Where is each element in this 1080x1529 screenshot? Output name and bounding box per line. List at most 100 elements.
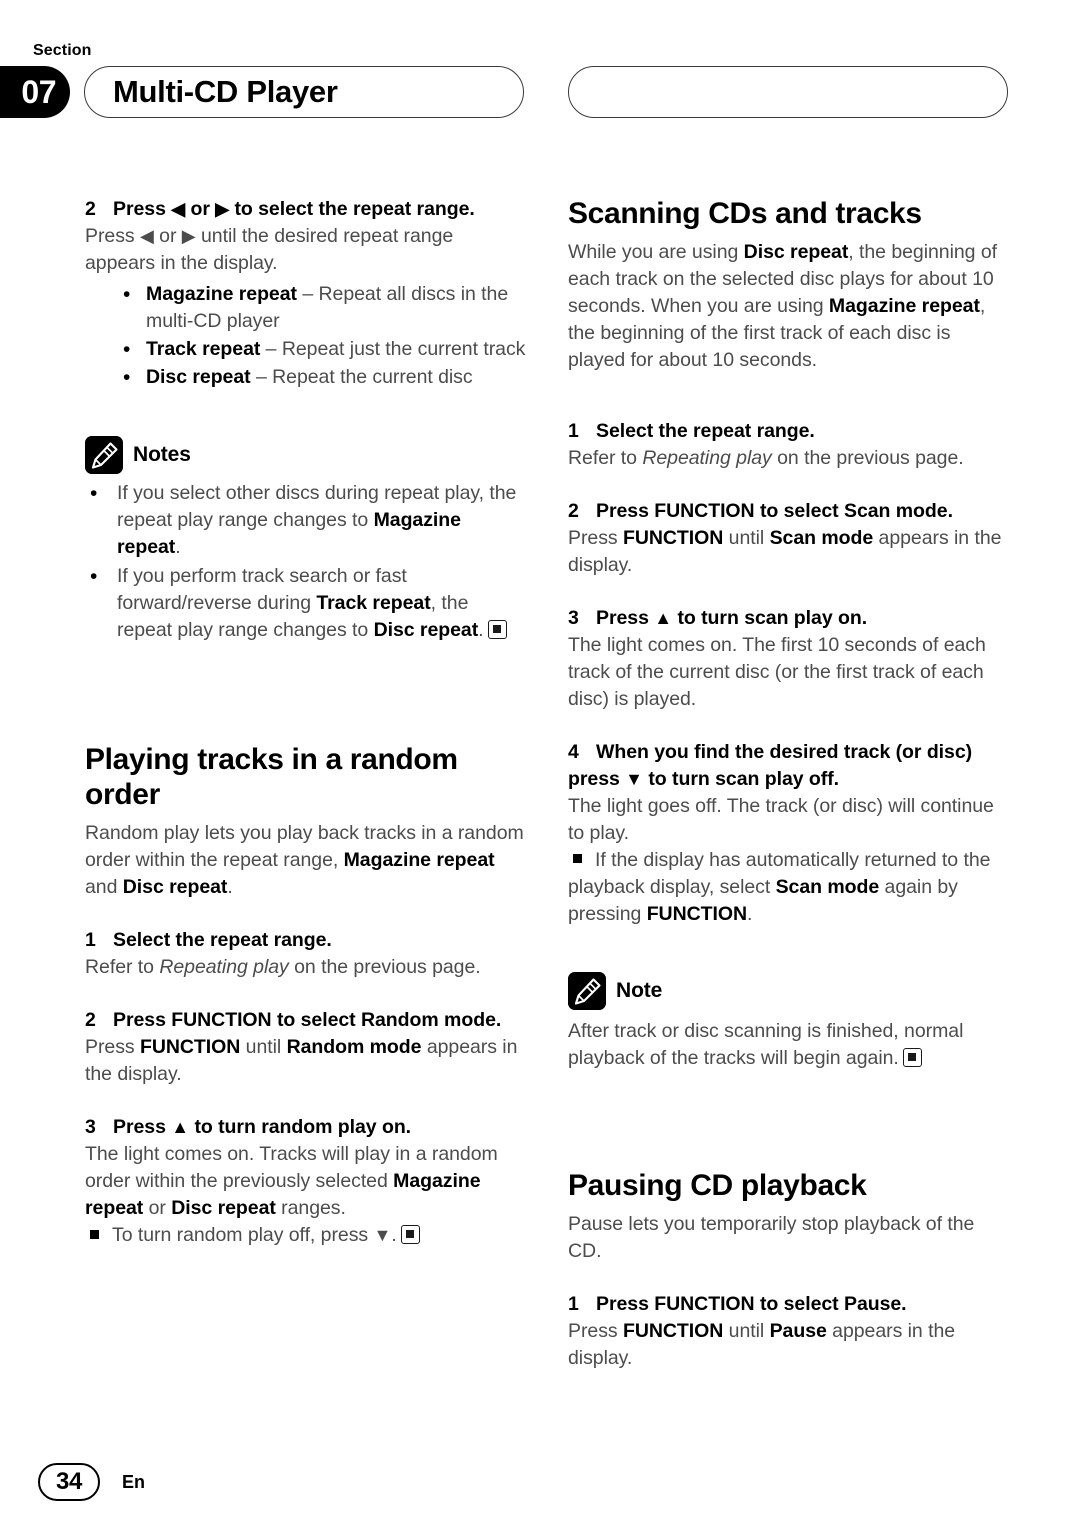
intro-mid: and xyxy=(85,876,123,899)
step-number: 1 xyxy=(568,1292,579,1315)
right-column: Scanning CDs and tracks While you are us… xyxy=(568,196,1010,1372)
heading-scanning: Scanning CDs and tracks xyxy=(568,197,922,230)
notes-list: If you select other discs during repeat … xyxy=(85,479,527,644)
step-text-post: to select the repeat range. xyxy=(229,198,475,220)
body-bold2: Random mode xyxy=(286,1035,422,1058)
step-text: Press FUNCTION to select Random mode. xyxy=(113,1009,502,1031)
step-number: 3 xyxy=(568,606,579,629)
body-post: on the previous page. xyxy=(288,956,481,978)
step-body-repeat-range: Press ◀ or ▶ until the desired repeat ra… xyxy=(85,223,527,277)
step-body-scan-2: Press FUNCTION until Scan mode appears i… xyxy=(568,525,1010,579)
arrow-right-icon: ▶ xyxy=(181,225,196,246)
step-text-mid: or xyxy=(185,198,216,220)
step-body-random-1: Refer to Repeating play on the previous … xyxy=(85,954,527,981)
note-bold2: Disc repeat xyxy=(373,618,479,641)
body-pre: Press xyxy=(85,224,140,247)
term: Disc repeat xyxy=(146,365,251,388)
step-heading-random-1: 1 Select the repeat range. xyxy=(85,927,527,954)
body-post: on the previous page. xyxy=(771,447,964,469)
body-bold2: Pause xyxy=(769,1319,827,1342)
list-item: Magazine repeat – Repeat all discs in th… xyxy=(119,280,527,335)
intro-pre: While you are using xyxy=(568,241,744,264)
step-heading-scan-2: 2 Press FUNCTION to select Scan mode. xyxy=(568,498,1010,525)
step-heading-pause-1: 1 Press FUNCTION to select Pause. xyxy=(568,1291,1010,1318)
body-mid: or xyxy=(143,1196,172,1219)
step-heading-scan-1: 1 Select the repeat range. xyxy=(568,418,1010,445)
step-text: Press FUNCTION to select Pause. xyxy=(596,1292,907,1315)
language-code: En xyxy=(122,1471,146,1492)
step-text: Press xyxy=(113,1115,172,1138)
heading-random-order: Playing tracks in a random order xyxy=(85,742,458,811)
square-bullet-icon xyxy=(573,854,582,864)
step-number: 2 xyxy=(85,1009,96,1031)
end-of-section-marker xyxy=(400,1224,420,1244)
sqnote-pre: To turn random play off, press xyxy=(112,1223,374,1246)
step-text-post: to turn scan play on. xyxy=(672,606,868,629)
step-text: Press xyxy=(596,606,655,629)
body-pre: Press xyxy=(568,1319,623,1342)
step-heading-random-3: 3 Press ▲ to turn random play on. xyxy=(85,1114,527,1141)
step-text-post: to turn scan play off. xyxy=(642,767,840,790)
end-of-section-marker xyxy=(902,1047,922,1067)
arrow-left-icon: ◀ xyxy=(139,225,154,246)
intro-post: . xyxy=(227,876,233,899)
body-post: ranges. xyxy=(275,1196,346,1219)
desc: Repeat the current disc xyxy=(272,365,473,388)
sqnote-post: . xyxy=(747,902,753,925)
body-pre: Refer to xyxy=(85,956,160,978)
page-header: Section 07 Multi-CD Player xyxy=(0,0,1080,140)
left-column: 2 Press ◀ or ▶ to select the repeat range… xyxy=(85,196,527,1249)
square-note-random-off: To turn random play off, press ▼. xyxy=(85,1222,527,1249)
step-body-pause-1: Press FUNCTION until Pause appears in th… xyxy=(568,1318,1010,1372)
step-number: 4 xyxy=(568,740,579,763)
arrow-right-icon: ▶ xyxy=(215,199,230,219)
step-heading-scan-4: 4 When you find the desired track (or dis… xyxy=(568,739,1010,793)
step-number: 1 xyxy=(85,929,96,952)
arrow-up-icon: ▲ xyxy=(171,1116,190,1137)
dash: – xyxy=(260,337,282,360)
step-text: Press FUNCTION to select Scan mode. xyxy=(596,500,953,522)
body-pre: Refer to xyxy=(568,447,643,469)
step-number: 3 xyxy=(85,1115,96,1138)
step-body-random-2: Press FUNCTION until Random mode appears… xyxy=(85,1034,527,1088)
sqnote-post: . xyxy=(391,1223,397,1246)
note-body: After track or disc scanning is finished… xyxy=(568,1018,1010,1072)
note-post: . xyxy=(175,535,181,558)
intro-random-order: Random play lets you play back tracks in… xyxy=(85,820,527,901)
body-bold2: Scan mode xyxy=(769,526,874,549)
step-text-post: to turn random play on. xyxy=(189,1115,412,1138)
list-item: If you perform track search or fast forw… xyxy=(85,562,527,644)
body-bold1: FUNCTION xyxy=(139,1035,241,1058)
arrow-down-icon: ▼ xyxy=(373,1224,392,1245)
step-body-scan-1: Refer to Repeating play on the previous … xyxy=(568,445,1010,472)
step-number: 2 xyxy=(568,500,579,522)
body-mid: until xyxy=(723,526,770,549)
step-heading-random-2: 2 Press FUNCTION to select Random mode. xyxy=(85,1007,527,1034)
body-italic: Repeating play xyxy=(159,956,289,978)
list-item: If you select other discs during repeat … xyxy=(85,479,527,561)
sqnote-bold1: Scan mode xyxy=(775,875,880,898)
body-bold1: FUNCTION xyxy=(622,526,724,549)
page-number: 34 xyxy=(55,1468,83,1495)
body-mid: until xyxy=(723,1319,770,1342)
step-number: 1 xyxy=(568,420,579,443)
notes-heading: Notes xyxy=(85,435,527,474)
body-bold1: FUNCTION xyxy=(622,1319,724,1342)
square-note-scan-mode: If the display has automatically returne… xyxy=(568,847,1010,928)
end-of-section-marker xyxy=(487,619,507,639)
intro-bold1: Magazine repeat xyxy=(343,849,495,872)
body-bold2: Disc repeat xyxy=(171,1196,276,1219)
desc: Repeat just the current track xyxy=(281,337,526,360)
intro-bold2: Disc repeat xyxy=(122,876,228,899)
intro-bold2: Magazine repeat xyxy=(828,295,980,318)
intro-scanning: While you are using Disc repeat, the beg… xyxy=(568,239,1010,374)
